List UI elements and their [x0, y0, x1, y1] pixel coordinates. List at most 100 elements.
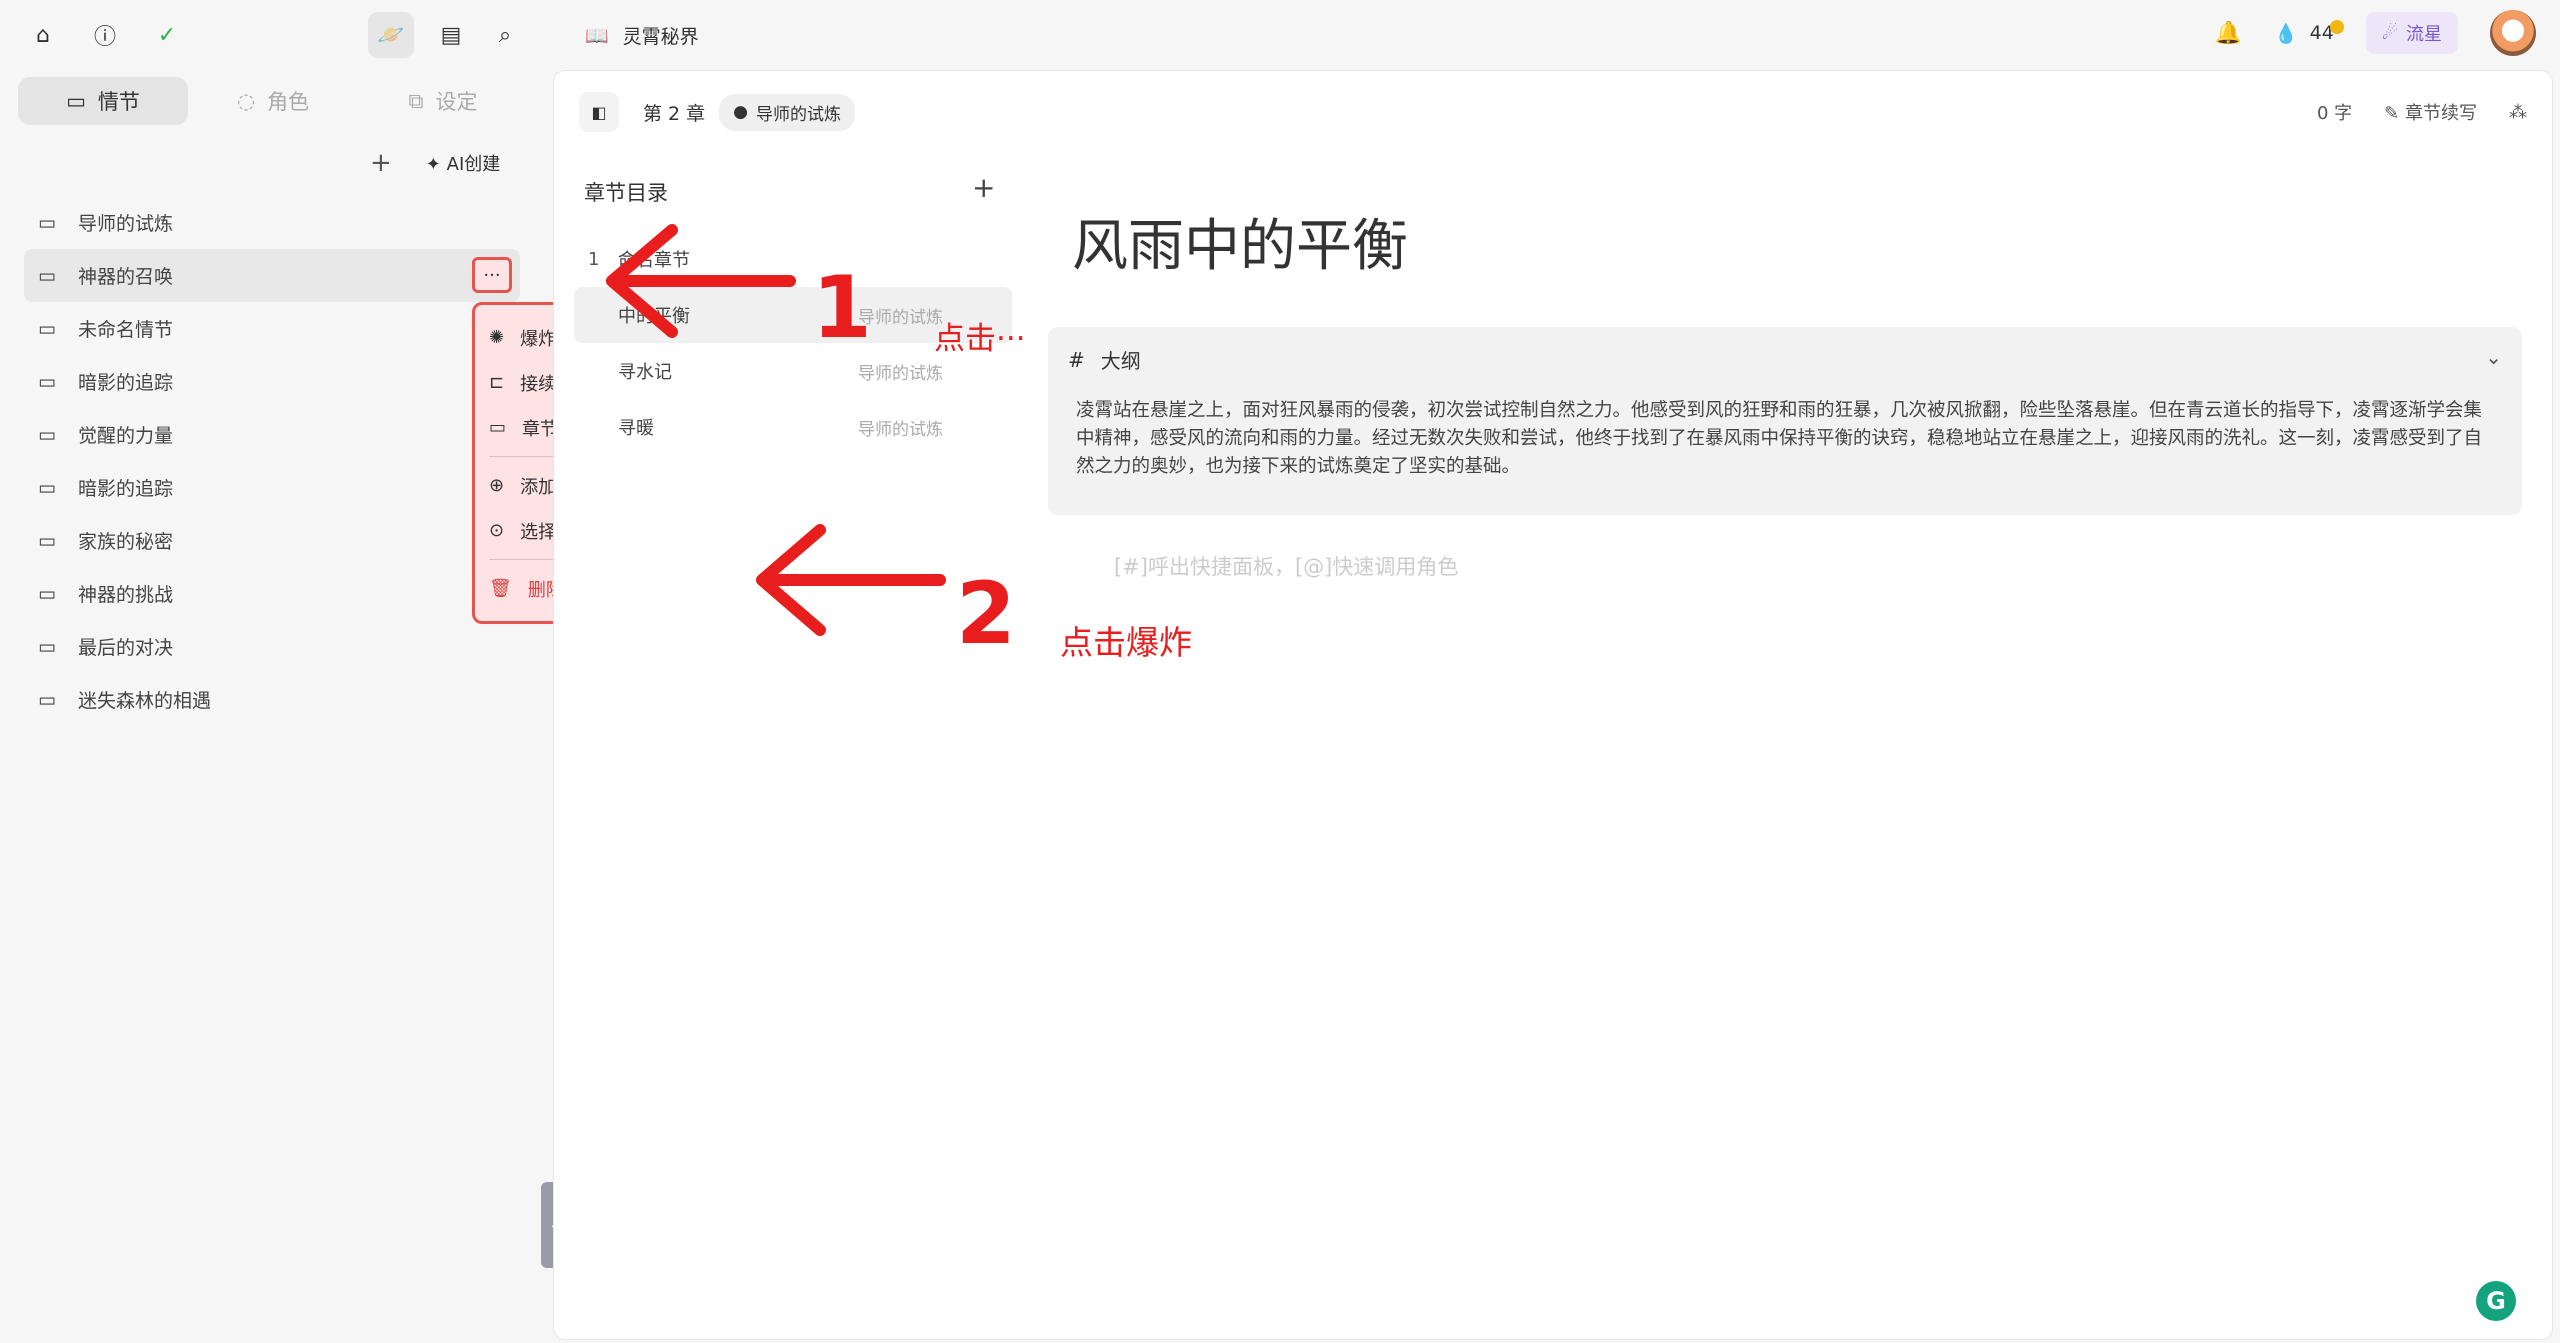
toc-num: 1: [588, 248, 600, 270]
toc-name: 寻水记: [618, 362, 672, 383]
plot-item-label: 神器的召唤: [77, 266, 173, 288]
plot-pill[interactable]: ● 导师的试炼: [719, 93, 856, 131]
plot-item[interactable]: ▭ 最后的对决: [24, 620, 520, 673]
plot-pill-label: 导师的试炼: [756, 104, 842, 125]
plot-item-icon: ▭: [38, 529, 56, 552]
add-subplot-icon: ⊕: [489, 475, 505, 496]
step-2-text: 点击爆炸: [1060, 623, 1192, 662]
tab-character-label: 角色: [267, 90, 310, 114]
ai-create-button[interactable]: ✦ AI创建: [426, 150, 500, 176]
plot-item-label: 神器的挑战: [77, 584, 173, 606]
toc-row[interactable]: 寻暖 导师的试炼: [574, 399, 1012, 455]
chapter-label: 第 2 章: [643, 102, 706, 125]
grammarly-icon[interactable]: G: [2476, 1281, 2516, 1321]
plot-item-icon: ▭: [38, 317, 56, 340]
toc-title: 章节目录: [584, 181, 668, 205]
editor-input[interactable]: [#]呼出快捷面板，[@]快速调用角色: [1114, 551, 1458, 581]
plot-item[interactable]: ▭ 神器的召唤 ···: [24, 249, 520, 302]
step-2-number: 2: [956, 564, 1016, 664]
plot-item-icon: ▭: [38, 264, 56, 287]
bell-icon[interactable]: 🔔: [2215, 21, 2242, 46]
sparkle-icon: ✦: [425, 154, 441, 175]
menu-item-label: 爆炸: [520, 328, 557, 350]
menu-item-label: 选择: [520, 521, 557, 543]
plot-item-icon: ▭: [38, 688, 56, 711]
select-icon: ⊙: [489, 520, 505, 541]
tab-settings[interactable]: ⧉ 设定: [358, 77, 528, 125]
plot-item[interactable]: ▭ 暗影的追踪: [24, 355, 520, 408]
plot-item-label: 暗影的追踪: [77, 478, 173, 500]
add-plot-button[interactable]: +: [370, 148, 392, 178]
toc-name: 寻暖: [618, 418, 654, 439]
toolbar-right: 0 字 ✎ 章节续写 ⁂: [2317, 99, 2527, 125]
home-icon[interactable]: ⌂: [26, 18, 60, 52]
top-header: 📖 灵霄秘界 🔔 💧 44 ☄ 流星: [553, 0, 2560, 70]
editor-toolbar: ◧ 第 2 章 ● 导师的试炼 0 字 ✎ 章节续写 ⁂: [579, 91, 2527, 133]
step-1-number: 1: [812, 258, 872, 358]
plot-item-icon: ▭: [38, 476, 56, 499]
book-title[interactable]: 📖 灵霄秘界: [585, 22, 699, 49]
character-icon: ◌: [236, 89, 256, 113]
open-book-icon: 📖: [585, 25, 609, 47]
menu-item-label: 接续: [520, 373, 557, 395]
sidebar-top-icons: ⌂ ⓘ ✓: [26, 18, 184, 52]
toc-tag: 导师的试炼: [858, 363, 943, 384]
tab-character[interactable]: ◌ 角色: [188, 77, 358, 125]
sidebar-actions: + ✦ AI创建: [370, 148, 500, 178]
plot-item-label: 导师的试炼: [77, 213, 173, 235]
chapter-continue-button[interactable]: ✎ 章节续写: [2384, 99, 2477, 125]
structure-icon[interactable]: ⁂: [2509, 102, 2527, 123]
book-icon[interactable]: ▤: [434, 18, 468, 52]
plot-icon: ▭: [66, 89, 86, 113]
coin-balance[interactable]: 💧 44: [2274, 19, 2344, 45]
planet-icon[interactable]: 🪐: [368, 12, 414, 58]
search-icon[interactable]: ⌕: [488, 18, 522, 52]
plot-item[interactable]: ▭ 未命名情节: [24, 302, 520, 355]
drop-icon: 💧: [2274, 22, 2298, 45]
plot-item[interactable]: ▭ 迷失森林的相遇: [24, 673, 520, 726]
continue-icon: ⊏: [489, 372, 505, 393]
tab-settings-label: 设定: [435, 90, 478, 114]
step-1-text: 点击···: [934, 321, 1026, 357]
plot-item-label: 最后的对决: [77, 637, 173, 659]
plot-item[interactable]: ▭ 觉醒的力量: [24, 408, 520, 461]
explode-icon: ✺: [489, 327, 505, 348]
trash-icon: 🗑: [489, 578, 512, 599]
word-count: 0 字: [2316, 103, 2353, 124]
chapter-continue-label: 章节续写: [2405, 103, 2477, 124]
liuxing-label: 流星: [2406, 24, 2442, 45]
plot-item[interactable]: ▭ 导师的试炼: [24, 196, 520, 249]
plot-item-icon: ▭: [38, 582, 56, 605]
book-title-label: 灵霄秘界: [622, 26, 699, 48]
tab-plot[interactable]: ▭ 情节: [18, 77, 188, 125]
chapterize-icon: ▭: [489, 417, 507, 438]
avatar[interactable]: [2490, 10, 2536, 56]
sidebar-view-icons: 🪐 ▤ ⌕: [368, 12, 522, 58]
plot-item[interactable]: ▭ 神器的挑战: [24, 567, 520, 620]
plot-item-label: 未命名情节: [77, 319, 173, 341]
plot-item[interactable]: ▭ 暗影的追踪: [24, 461, 520, 514]
plot-item-label: 迷失森林的相遇: [77, 690, 211, 712]
add-chapter-button[interactable]: +: [972, 171, 995, 204]
plot-item-icon: ▭: [38, 423, 56, 446]
toc-row[interactable]: 1 命名章节: [574, 231, 1012, 287]
outline-card: # 大纲 ⌄ 凌霄站在悬崖之上，面对狂风暴雨的侵袭，初次尝试控制自然之力。他感受…: [1048, 327, 2522, 515]
check-circle-icon[interactable]: ✓: [150, 18, 184, 52]
plot-item[interactable]: ▭ 家族的秘密: [24, 514, 520, 567]
plot-item-label: 家族的秘密: [77, 531, 173, 553]
plot-item-icon: ▭: [38, 370, 56, 393]
hash-icon: #: [1068, 347, 1085, 372]
chapter-title[interactable]: 风雨中的平衡: [1072, 201, 1408, 282]
more-button[interactable]: ···: [472, 257, 512, 293]
toggle-toc-button[interactable]: ◧: [579, 92, 619, 132]
info-icon[interactable]: ⓘ: [88, 18, 122, 52]
sidebar-toggle-icon: ◧: [591, 102, 607, 122]
liuxing-button[interactable]: ☄ 流星: [2365, 12, 2458, 54]
outline-header[interactable]: # 大纲: [1068, 345, 1141, 374]
outline-text[interactable]: 凌霄站在悬崖之上，面对狂风暴雨的侵袭，初次尝试控制自然之力。他感受到风的狂野和雨…: [1076, 397, 2494, 481]
tab-plot-label: 情节: [97, 90, 140, 114]
chevron-down-icon[interactable]: ⌄: [2485, 345, 2502, 369]
outline-label: 大纲: [1100, 349, 1141, 373]
plot-item-label: 暗影的追踪: [77, 372, 173, 394]
dot-icon: ●: [733, 102, 749, 122]
